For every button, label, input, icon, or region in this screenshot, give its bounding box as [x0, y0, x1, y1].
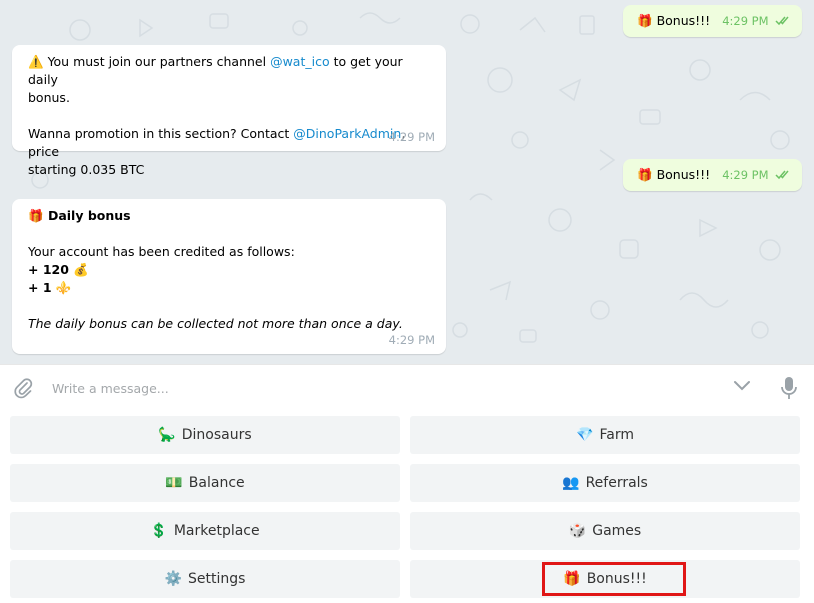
outgoing-message-bonus-2[interactable]: 🎁 Bonus!!! 4:29 PM: [623, 159, 802, 191]
bot-keyboard: 🦕 Dinosaurs 💎 Farm 💵 Balance 👥 Referrals…: [0, 410, 814, 603]
message-time: 4:29 PM: [388, 130, 435, 144]
message-title: Daily bonus: [47, 208, 131, 223]
keyboard-button-dinosaurs[interactable]: 🦕 Dinosaurs: [10, 416, 400, 454]
message-text: Bonus!!!: [656, 167, 711, 182]
keyboard-button-settings[interactable]: ⚙️ Settings: [10, 560, 400, 598]
message-text: Bonus!!!: [656, 13, 711, 28]
double-check-icon: [775, 16, 789, 26]
message-input[interactable]: [52, 377, 712, 399]
fleur-de-lis-icon: ⚜️: [55, 280, 72, 295]
keyboard-button-marketplace[interactable]: 💲 Marketplace: [10, 512, 400, 550]
outgoing-message-bonus-1[interactable]: 🎁 Bonus!!! 4:29 PM: [623, 5, 802, 37]
message-time: 4:29 PM: [722, 168, 769, 182]
keyboard-button-referrals[interactable]: 👥 Referrals: [410, 464, 800, 502]
microphone-icon[interactable]: [780, 375, 798, 401]
chat-area: 🎁 Bonus!!! 4:29 PM ⚠️ You must join our …: [0, 0, 814, 364]
keyboard-button-games[interactable]: 🎲 Games: [410, 512, 800, 550]
dice-icon: 🎲: [568, 523, 587, 539]
dollar-icon: 💲: [150, 523, 168, 539]
gem-icon: 💎: [576, 427, 594, 443]
keyboard-button-balance[interactable]: 💵 Balance: [10, 464, 400, 502]
incoming-message-daily-bonus[interactable]: 🎁 Daily bonus Your account has been cred…: [12, 199, 446, 354]
keyboard-button-bonus[interactable]: 🎁 Bonus!!!: [410, 560, 800, 598]
gift-icon: 🎁: [637, 13, 653, 28]
incoming-message-partner-notice[interactable]: ⚠️ You must join our partners channel @w…: [12, 45, 446, 177]
gift-icon: 🎁: [637, 167, 653, 182]
message-composer: [0, 364, 814, 410]
double-check-icon: [775, 170, 789, 180]
gift-icon: 🎁: [563, 571, 581, 587]
users-icon: 👥: [562, 475, 580, 491]
banknote-icon: 💵: [165, 475, 183, 491]
keyboard-button-farm[interactable]: 💎 Farm: [410, 416, 800, 454]
admin-link[interactable]: @DinoParkAdmin: [293, 126, 401, 141]
warning-icon: ⚠️: [28, 54, 44, 69]
chevron-down-icon[interactable]: [732, 379, 752, 393]
channel-link[interactable]: @wat_ico: [270, 54, 330, 69]
gear-icon: ⚙️: [164, 571, 182, 587]
dinosaur-icon: 🦕: [158, 427, 176, 443]
attach-icon[interactable]: [12, 377, 34, 399]
message-time: 4:29 PM: [388, 333, 435, 347]
message-time: 4:29 PM: [722, 14, 769, 28]
gift-icon: 🎁: [28, 208, 44, 223]
money-bag-icon: 💰: [73, 262, 89, 277]
